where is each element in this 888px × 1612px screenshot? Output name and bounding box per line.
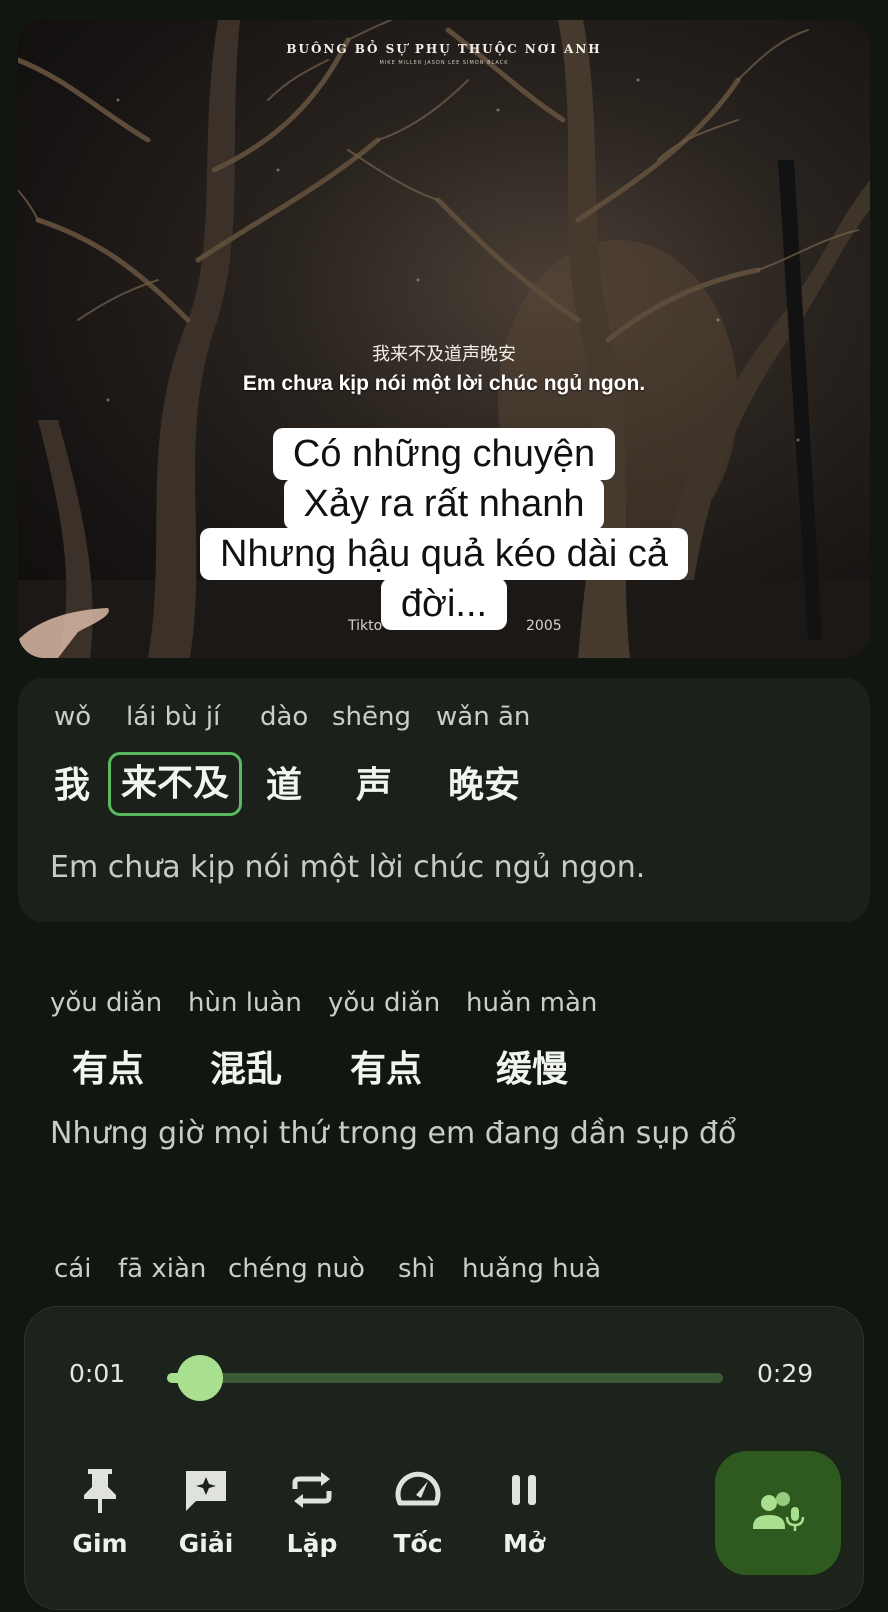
explain-button[interactable]: Giải [151,1467,261,1558]
pin-label: Gim [72,1529,128,1558]
video-caption-line-3: Nhưng hậu quả kéo dài cả [18,528,870,580]
lyric-1-word-5-pinyin: wǎn ān [436,702,531,732]
progress-slider[interactable] [167,1373,723,1383]
pause-label: Mở [502,1529,546,1558]
repeat-label: Lặp [286,1529,338,1558]
lyric-1-word-2-hanzi-selected[interactable]: 来不及 [108,752,243,816]
lyric-2-word-4-hanzi[interactable]: 缓慢 [496,1040,568,1092]
lyric-3-word-4-pinyin: shì [398,1254,436,1284]
video-song-title: BUÔNG BỎ SỰ PHỤ THUỘC NƠI ANH [286,42,602,56]
lyric-3-word-1-pinyin: cái [54,1254,92,1284]
lyric-1-word-1-hanzi[interactable]: 我 [54,756,90,808]
lyric-1-word-5-hanzi[interactable]: 晚安 [448,756,520,808]
video-caption-line-2: Xảy ra rất nhanh [18,478,870,530]
pause-icon [512,1475,536,1505]
lyric-1-word-4-hanzi[interactable]: 声 [356,756,392,808]
lyric-1-translation: Em chưa kịp nói một lời chúc ngủ ngon. [50,850,646,885]
video-player[interactable]: BUÔNG BỎ SỰ PHỤ THUỘC NƠI ANH MIKE MILLE… [18,20,870,658]
lyric-1-word-3-pinyin: dào [260,702,309,732]
progress-thumb[interactable] [177,1355,224,1401]
total-time: 0:29 [757,1359,814,1388]
lyric-3-word-2-pinyin: fā xiàn [118,1254,207,1284]
current-time: 0:01 [69,1359,126,1388]
lyric-2-word-3-hanzi[interactable]: 有点 [350,1040,422,1092]
lyric-2-word-3-pinyin: yǒu diǎn [328,988,441,1018]
speed-label: Tốc [393,1529,443,1558]
video-chinese-subtitle: 我来不及道声晚安 [372,344,516,365]
video-caption-line-1: Có những chuyện [18,428,870,480]
repeat-icon [292,1472,332,1508]
lyric-2-translation: Nhưng giờ mọi thứ trong em đang dần sụp … [50,1116,737,1151]
lyric-2-word-2-pinyin: hùn luàn [188,988,302,1018]
lyric-2-word-1-pinyin: yǒu diǎn [50,988,163,1018]
lyric-3-word-5-pinyin: huǎng huà [462,1254,602,1284]
lyric-2-word-1-hanzi[interactable]: 有点 [72,1040,144,1092]
voice-chat-button[interactable] [715,1451,841,1575]
lyric-1-word-1-pinyin: wǒ [54,702,92,732]
lyric-2-word-4-pinyin: huǎn màn [466,988,598,1018]
video-caption-line-4: đời... [18,578,870,630]
speed-icon [395,1471,441,1506]
explain-label: Giải [178,1529,234,1558]
lyric-2-word-2-hanzi[interactable]: 混乱 [210,1040,282,1092]
video-song-artists: MIKE MILLER JASON LEE SIMON BLACK [379,60,509,66]
pause-button[interactable]: Mở [469,1467,579,1558]
lyric-1-word-3-hanzi[interactable]: 道 [266,756,302,808]
video-vietnamese-subtitle: Em chưa kịp nói một lời chúc ngủ ngon. [242,372,646,395]
pin-icon [84,1469,116,1513]
explain-icon [186,1471,226,1511]
repeat-button[interactable]: Lặp [257,1467,367,1558]
lyric-1-word-2-pinyin: lái bù jí [126,702,221,732]
speed-button[interactable]: Tốc [363,1467,473,1558]
voice-users-icon [753,1492,805,1531]
lyric-3-word-3-pinyin: chéng nuò [228,1254,365,1284]
audio-player-panel: 0:01 0:29 Gim Giải Lặp Tốc Mở [24,1306,864,1610]
lyric-1-word-4-pinyin: shēng [332,702,412,732]
pin-button[interactable]: Gim [45,1467,155,1558]
